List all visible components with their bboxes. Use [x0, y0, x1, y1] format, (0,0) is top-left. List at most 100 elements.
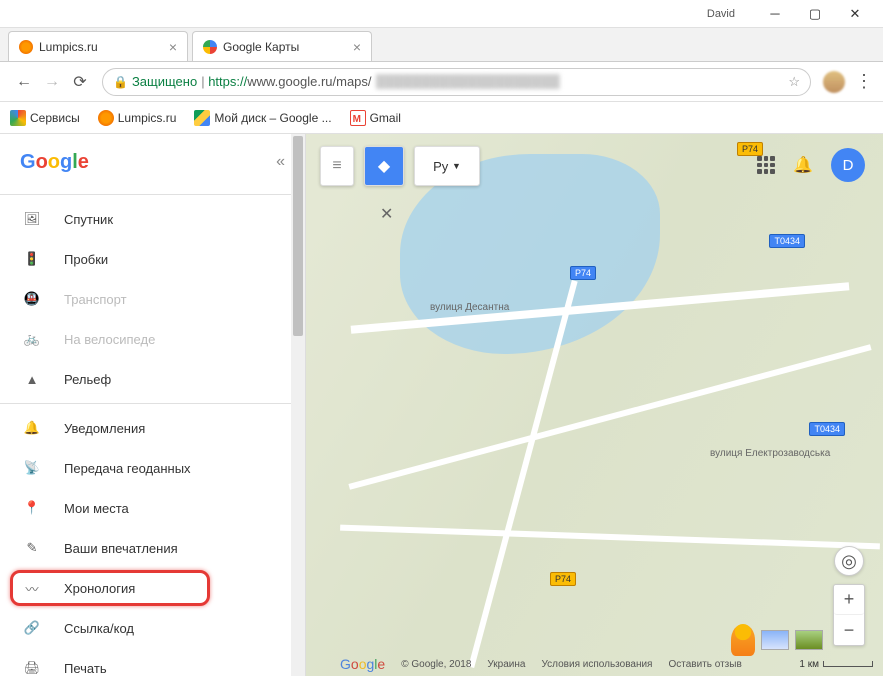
sidebar-header: Google « — [0, 134, 305, 190]
bookmark-lumpics[interactable]: Lumpics.ru — [98, 110, 177, 126]
google-logo: Google — [20, 151, 89, 174]
traffic-icon: 🚦 — [20, 247, 44, 271]
copyright-text: © Google, 2018 — [401, 659, 471, 670]
tab-title: Lumpics.ru — [39, 40, 98, 54]
imagery-thumbnail[interactable] — [795, 630, 823, 650]
back-button[interactable]: ← — [10, 68, 38, 96]
notifications-icon[interactable]: 🔔 — [793, 155, 813, 175]
secure-label: Защищено — [132, 74, 197, 89]
tab-title: Google Карты — [223, 40, 299, 54]
menu-label: Передача геоданных — [64, 461, 191, 476]
sidebar-item-share-embed[interactable]: 🔗 Ссылка/код — [0, 608, 305, 648]
drive-icon — [194, 110, 210, 126]
window-titlebar: David ─ ▢ ✕ — [0, 0, 883, 28]
sidebar-item-notifications[interactable]: 🔔 Уведомления — [0, 408, 305, 448]
divider — [0, 194, 305, 195]
window-user: David — [707, 8, 735, 20]
url-input[interactable]: 🔒 Защищено | https:// www.google.ru /map… — [102, 68, 811, 96]
google-apps-icon[interactable] — [757, 156, 775, 174]
pegman-icon[interactable] — [731, 624, 755, 656]
tab-google-maps[interactable]: Google Карты × — [192, 31, 372, 61]
favicon-lumpics — [19, 40, 33, 54]
sidebar-scrollbar[interactable] — [291, 134, 305, 676]
maximize-button[interactable]: ▢ — [795, 2, 835, 26]
menu-label: Печать — [64, 661, 107, 676]
sidebar-item-your-places[interactable]: 📍 Мои места — [0, 488, 305, 528]
zoom-in-button[interactable]: + — [834, 585, 864, 615]
browser-menu-icon[interactable]: ⋮ — [855, 71, 873, 92]
bookmark-gmail[interactable]: M Gmail — [350, 110, 401, 126]
bookmark-label: Lumpics.ru — [118, 111, 177, 125]
sidebar-item-print[interactable]: 🖨 Печать — [0, 648, 305, 676]
menu-label: Уведомления — [64, 421, 145, 436]
tab-lumpics[interactable]: Lumpics.ru × — [8, 31, 188, 61]
close-window-button[interactable]: ✕ — [835, 2, 875, 26]
terms-link[interactable]: Условия использования — [541, 659, 652, 670]
gmail-icon: M — [350, 110, 366, 126]
language-label: Ру — [433, 159, 448, 174]
google-logo-small: Google — [340, 656, 385, 672]
bookmark-label: Gmail — [370, 111, 401, 125]
collapse-sidebar-icon[interactable]: « — [276, 153, 285, 171]
reload-button[interactable]: ⟳ — [66, 68, 94, 96]
transit-icon: 🚇 — [20, 287, 44, 311]
country-text: Украина — [487, 659, 525, 670]
route-badge: T0434 — [769, 234, 805, 248]
menu-toggle-button[interactable]: ≡ — [320, 146, 354, 186]
menu-label: Ссылка/код — [64, 621, 134, 636]
url-host: www.google.ru — [247, 74, 332, 89]
forward-button[interactable]: → — [38, 68, 66, 96]
street-label: вулиця Десантна — [430, 302, 509, 313]
imagery-thumbnail[interactable] — [761, 630, 789, 650]
menu-label: На велосипеде — [64, 332, 155, 347]
bell-icon: 🔔 — [20, 416, 44, 440]
sidebar-item-traffic[interactable]: 🚦 Пробки — [0, 239, 305, 279]
sidebar-item-terrain[interactable]: ▲ Рельеф — [0, 359, 305, 399]
map-top-controls: ≡ ◆ Ру ▼ — [320, 146, 480, 186]
terrain-icon: ▲ — [20, 367, 44, 391]
route-badge: T0434 — [809, 422, 845, 436]
my-location-button[interactable]: ◎ — [834, 546, 864, 576]
favicon-lumpics — [98, 110, 114, 126]
extension-icon[interactable] — [823, 71, 845, 93]
sidebar-item-biking[interactable]: 🚲 На велосипеде — [0, 319, 305, 359]
bookmark-drive[interactable]: Мой диск – Google ... — [194, 110, 331, 126]
sidebar-item-timeline[interactable]: 〰 Хронология — [0, 568, 305, 608]
scale-label: 1 км — [799, 659, 819, 670]
scale-bar — [823, 661, 873, 667]
sidebar-item-transit[interactable]: 🚇 Транспорт — [0, 279, 305, 319]
menu-label: Хронология — [64, 581, 135, 596]
apps-icon — [10, 110, 26, 126]
minimize-button[interactable]: ─ — [755, 2, 795, 26]
menu-label: Транспорт — [64, 292, 127, 307]
close-tab-icon[interactable]: × — [353, 39, 361, 55]
close-search-icon[interactable]: ✕ — [380, 204, 400, 224]
edit-icon: ✎ — [20, 536, 44, 560]
account-avatar[interactable]: D — [831, 148, 865, 182]
bookmark-label: Мой диск – Google ... — [214, 111, 331, 125]
bookmarks-bar: Сервисы Lumpics.ru Мой диск – Google ...… — [0, 102, 883, 134]
pin-icon: 📍 — [20, 496, 44, 520]
apps-button[interactable]: Сервисы — [10, 110, 80, 126]
directions-button[interactable]: ◆ — [364, 146, 404, 186]
sidebar-item-contributions[interactable]: ✎ Ваши впечатления — [0, 528, 305, 568]
map-road — [348, 344, 871, 490]
scrollbar-thumb[interactable] — [293, 136, 303, 336]
language-button[interactable]: Ру ▼ — [414, 146, 480, 186]
browser-addressbar: ← → ⟳ 🔒 Защищено | https:// www.google.r… — [0, 62, 883, 102]
sidebar-item-location-sharing[interactable]: 📡 Передача геоданных — [0, 448, 305, 488]
url-path: /maps/ — [333, 74, 372, 89]
sidebar-item-satellite[interactable]: 🖼 Спутник — [0, 199, 305, 239]
route-badge: P74 — [550, 572, 576, 586]
browser-tabstrip: Lumpics.ru × Google Карты × — [0, 28, 883, 62]
feedback-link[interactable]: Оставить отзыв — [668, 659, 741, 670]
street-label: вулиця Електрозаводська — [710, 448, 830, 459]
url-blurred: ████████████████████ — [376, 74, 781, 89]
zoom-out-button[interactable]: − — [834, 615, 864, 645]
bookmark-star-icon[interactable]: ☆ — [788, 74, 800, 90]
satellite-icon: 🖼 — [20, 207, 44, 231]
page-content: вулиця Десантна вулиця Електрозаводська … — [0, 134, 883, 676]
close-tab-icon[interactable]: × — [169, 39, 177, 55]
timeline-icon: 〰 — [20, 576, 44, 600]
menu-label: Мои места — [64, 501, 129, 516]
